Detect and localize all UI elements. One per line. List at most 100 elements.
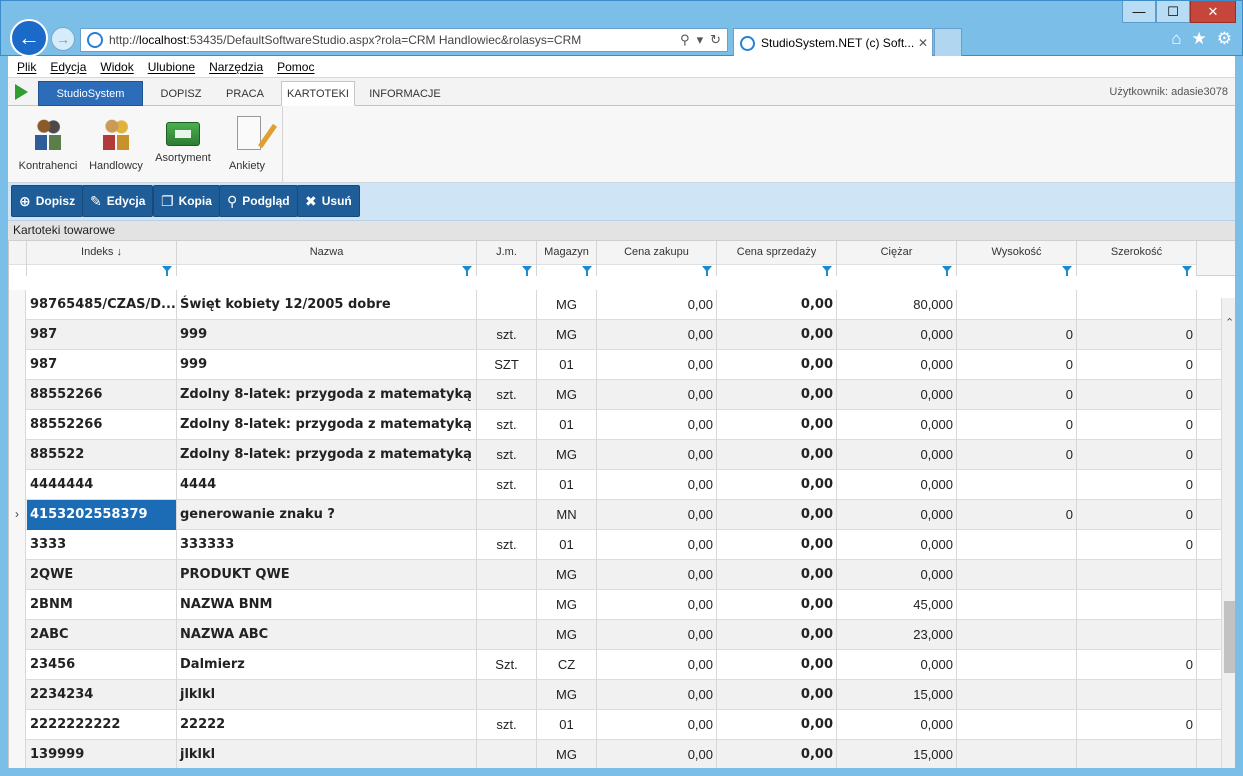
filter-icon[interactable] — [822, 266, 832, 276]
filter-nazwa[interactable] — [177, 264, 476, 276]
row-selector[interactable] — [9, 530, 26, 560]
cell-jm[interactable] — [477, 290, 537, 320]
row-selector[interactable] — [9, 410, 26, 440]
row-selector[interactable] — [9, 440, 26, 470]
cell-magazyn[interactable]: MG — [537, 440, 597, 470]
cell-ciezar[interactable]: 0,000 — [837, 320, 957, 350]
table-row[interactable]: 4444444 4444 szt. 01 0,00 0,00 0,000 0 — [9, 470, 1221, 500]
row-selector[interactable] — [9, 710, 26, 740]
cell-cena-zakupu[interactable]: 0,00 — [597, 500, 717, 530]
cell-magazyn[interactable]: MG — [537, 320, 597, 350]
col-ciezar[interactable]: Ciężar — [837, 241, 957, 276]
cell-indeks[interactable]: 98765485/CZAS/D... — [27, 290, 177, 320]
delete-button[interactable]: ✖ Usuń — [297, 185, 360, 217]
row-selector[interactable] — [9, 620, 26, 650]
cell-szerokosc[interactable] — [1077, 680, 1197, 710]
cell-szerokosc[interactable] — [1077, 560, 1197, 590]
cell-cena-sprzedazy[interactable]: 0,00 — [717, 380, 837, 410]
table-row[interactable]: 88552266 Zdolny 8-latek: przygoda z matem… — [9, 380, 1221, 410]
tab-close-button[interactable]: ✕ — [914, 36, 932, 50]
cell-szerokosc[interactable]: 0 — [1077, 500, 1197, 530]
table-row[interactable]: 2ABC NAZWA ABC MG 0,00 0,00 23,000 — [9, 620, 1221, 650]
cell-cena-sprzedazy[interactable]: 0,00 — [717, 410, 837, 440]
cell-szerokosc[interactable] — [1077, 290, 1197, 320]
new-tab-button[interactable] — [934, 28, 962, 57]
cell-szerokosc[interactable]: 0 — [1077, 710, 1197, 740]
tab-studiosystem[interactable]: StudioSystem — [38, 81, 143, 106]
filter-cena-zakupu[interactable] — [597, 264, 716, 276]
cell-nazwa[interactable]: jlklkl — [177, 680, 477, 710]
table-row[interactable]: › 4153202558379 generowanie znaku ? MN 0,00 0… — [9, 500, 1221, 530]
cell-szerokosc[interactable] — [1077, 740, 1197, 768]
cell-nazwa[interactable]: Zdolny 8-latek: przygoda z matematyką — [177, 380, 477, 410]
chevron-down-icon[interactable]: ▾ — [697, 32, 704, 48]
favorites-star-icon[interactable]: ★ — [1192, 29, 1207, 49]
cell-cena-zakupu[interactable]: 0,00 — [597, 380, 717, 410]
row-selector[interactable] — [9, 380, 26, 410]
cell-indeks[interactable]: 2222222222 — [27, 710, 177, 740]
tab-informacje[interactable]: INFORMACJE — [364, 81, 446, 106]
cell-indeks[interactable]: 2QWE — [27, 560, 177, 590]
cell-ciezar[interactable]: 0,000 — [837, 350, 957, 380]
cell-wysokosc[interactable] — [957, 650, 1077, 680]
cell-nazwa[interactable]: 999 — [177, 350, 477, 380]
minimize-button[interactable]: — — [1122, 1, 1156, 23]
cell-cena-zakupu[interactable]: 0,00 — [597, 620, 717, 650]
search-icon[interactable]: ⚲ — [680, 32, 690, 48]
cell-cena-sprzedazy[interactable]: 0,00 — [717, 440, 837, 470]
cell-cena-zakupu[interactable]: 0,00 — [597, 560, 717, 590]
cell-cena-sprzedazy[interactable]: 0,00 — [717, 500, 837, 530]
menu-edit[interactable]: Edycja — [50, 60, 86, 74]
cell-wysokosc[interactable] — [957, 560, 1077, 590]
add-button[interactable]: ⊕ Dopisz — [11, 185, 84, 217]
cell-ciezar[interactable]: 0,000 — [837, 410, 957, 440]
cell-cena-zakupu[interactable]: 0,00 — [597, 290, 717, 320]
cell-magazyn[interactable]: CZ — [537, 650, 597, 680]
cell-szerokosc[interactable]: 0 — [1077, 470, 1197, 500]
filter-icon[interactable] — [1062, 266, 1072, 276]
cell-wysokosc[interactable]: 0 — [957, 500, 1077, 530]
cell-szerokosc[interactable] — [1077, 590, 1197, 620]
refresh-icon[interactable]: ↻ — [710, 32, 721, 48]
table-row[interactable]: 2QWE PRODUKT QWE MG 0,00 0,00 0,000 — [9, 560, 1221, 590]
menu-help[interactable]: Pomoc — [277, 60, 314, 74]
address-bar[interactable]: http://localhost:53435/DefaultSoftwareSt… — [80, 28, 728, 52]
filter-icon[interactable] — [462, 266, 472, 276]
tab-kartoteki[interactable]: KARTOTEKI — [281, 81, 355, 106]
table-row[interactable]: 2BNM NAZWA BNM MG 0,00 0,00 45,000 — [9, 590, 1221, 620]
row-selector[interactable] — [9, 470, 26, 500]
cell-ciezar[interactable]: 23,000 — [837, 620, 957, 650]
cell-magazyn[interactable]: MG — [537, 740, 597, 768]
cell-cena-sprzedazy[interactable]: 0,00 — [717, 470, 837, 500]
cell-szerokosc[interactable]: 0 — [1077, 650, 1197, 680]
cell-nazwa[interactable]: generowanie znaku ? — [177, 500, 477, 530]
row-selector[interactable] — [9, 290, 26, 320]
cell-indeks[interactable]: 987 — [27, 320, 177, 350]
cell-jm[interactable]: szt. — [477, 410, 537, 440]
cell-jm[interactable]: szt. — [477, 710, 537, 740]
table-row[interactable]: 98765485/CZAS/D... Święt kobiety 12/2005 … — [9, 290, 1221, 320]
cell-nazwa[interactable]: 4444 — [177, 470, 477, 500]
cell-cena-sprzedazy[interactable]: 0,00 — [717, 320, 837, 350]
cell-magazyn[interactable]: MG — [537, 680, 597, 710]
cell-cena-sprzedazy[interactable]: 0,00 — [717, 620, 837, 650]
filter-magazyn[interactable] — [537, 264, 596, 276]
close-window-button[interactable]: ✕ — [1190, 1, 1236, 23]
table-row[interactable]: 987 999 SZT 01 0,00 0,00 0,000 0 0 — [9, 350, 1221, 380]
cell-jm[interactable]: szt. — [477, 380, 537, 410]
col-szerokosc[interactable]: Szerokość — [1077, 241, 1197, 276]
cell-nazwa[interactable]: 22222 — [177, 710, 477, 740]
cell-ciezar[interactable]: 80,000 — [837, 290, 957, 320]
table-row[interactable]: 2234234 jlklkl MG 0,00 0,00 15,000 — [9, 680, 1221, 710]
menu-tools[interactable]: Narzędzia — [209, 60, 263, 74]
cell-cena-zakupu[interactable]: 0,00 — [597, 590, 717, 620]
cell-jm[interactable] — [477, 680, 537, 710]
filter-wysokosc[interactable] — [957, 264, 1076, 276]
cell-jm[interactable] — [477, 740, 537, 768]
cell-nazwa[interactable]: 999 — [177, 320, 477, 350]
col-cena-sprzedazy[interactable]: Cena sprzedaży — [717, 241, 837, 276]
tab-praca[interactable]: PRACA — [216, 81, 274, 106]
cell-wysokosc[interactable] — [957, 680, 1077, 710]
cell-cena-sprzedazy[interactable]: 0,00 — [717, 530, 837, 560]
col-indeks[interactable]: Indeks ↓ — [27, 241, 177, 276]
